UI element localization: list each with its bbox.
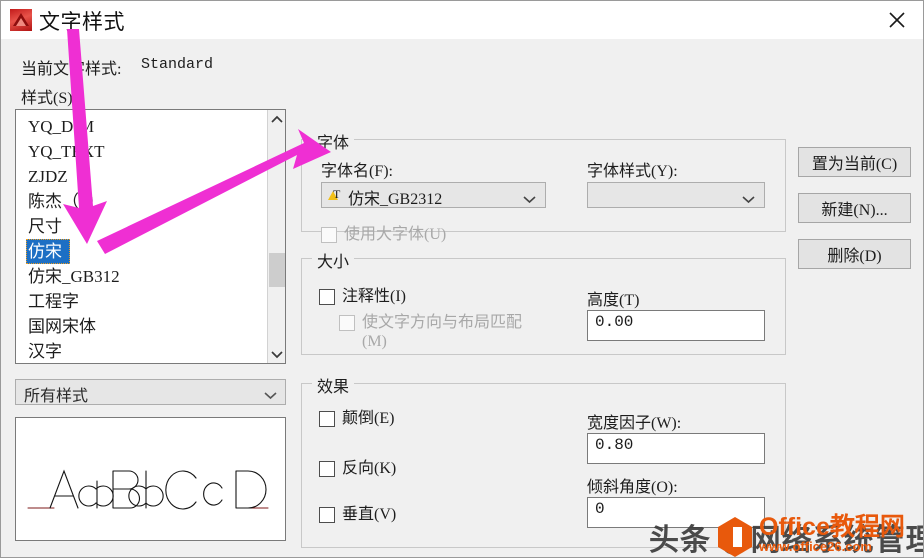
set-current-button[interactable]: 置为当前(C) [798,147,911,177]
match-orientation-label: 使文字方向与布局匹配(M) [362,314,523,350]
checkbox-box [339,315,355,331]
text-style-dialog: 文字样式 当前文字样式: Standard 样式(S): YQ_DIM YQ_T… [0,0,924,558]
list-item[interactable]: 汉字 [16,339,268,363]
width-factor-label: 宽度因子(W): [587,415,682,432]
list-item-selected[interactable]: 仿宋 [26,239,70,264]
checkbox-box [319,289,335,305]
style-list-items: YQ_DIM YQ_TEXT ZJDZ 陈杰（2） 尺寸 仿宋 仿宋_GB312… [16,110,268,363]
checkbox-box [319,461,335,477]
list-item[interactable]: YQ_DIM [16,114,268,139]
font-name-label: 字体名(F): [321,163,394,180]
delete-style-button[interactable]: 删除(D) [798,239,911,269]
list-item[interactable]: 尺寸 [16,214,268,239]
list-item[interactable]: 国网宋体 [16,314,268,339]
backwards-checkbox[interactable]: 反向(K) [319,459,396,478]
chevron-down-icon [523,191,536,209]
list-item[interactable]: YQ_TEXT [16,139,268,164]
chevron-down-icon[interactable] [268,345,285,363]
style-list[interactable]: YQ_DIM YQ_TEXT ZJDZ 陈杰（2） 尺寸 仿宋 仿宋_GB312… [15,109,286,364]
checkbox-box [319,507,335,523]
upside-down-checkbox[interactable]: 颠倒(E) [319,409,394,428]
window-title: 文字样式 [39,11,125,34]
use-big-font-label: 使用大字体(U) [344,226,447,243]
vertical-label: 垂直(V) [342,506,397,523]
close-icon[interactable] [869,1,923,38]
scrollbar-thumb[interactable] [269,253,285,287]
list-item[interactable]: ZJDZ [16,164,268,189]
list-item[interactable]: 陈杰（2） [16,189,268,214]
chevron-down-icon [742,191,755,209]
size-group-title: 大小 [312,248,355,272]
vertical-checkbox[interactable]: 垂直(V) [319,505,396,524]
style-list-scrollbar[interactable] [267,110,285,363]
oblique-angle-label: 倾斜角度(O): [587,479,678,496]
font-preview [15,417,286,541]
height-label: 高度(T) [587,292,640,309]
annotative-label: 注释性(I) [342,288,406,305]
use-big-font-checkbox[interactable]: 使用大字体(U) [321,225,446,244]
autocad-logo-icon [10,9,32,31]
match-orientation-checkbox[interactable]: 使文字方向与布局匹配(M) [339,313,542,351]
current-style-value: Standard [141,56,214,73]
width-factor-input[interactable]: 0.80 [587,433,765,464]
annotative-checkbox[interactable]: 注释性(I) [319,287,406,306]
oblique-angle-value: 0 [595,500,605,518]
style-filter-combo[interactable]: 所有样式 [15,379,286,405]
style-filter-value: 所有样式 [24,388,89,405]
font-name-combo[interactable]: T 仿宋_GB2312 [321,182,546,208]
checkbox-box [321,227,337,243]
oblique-angle-input[interactable]: 0 [587,497,765,528]
new-style-button[interactable]: 新建(N)... [798,193,911,223]
chevron-down-icon [264,387,277,405]
dialog-body: 当前文字样式: Standard 样式(S): YQ_DIM YQ_TEXT Z… [1,39,923,557]
font-name-value: 仿宋_GB2312 [348,191,443,208]
backwards-label: 反向(K) [342,460,397,477]
styles-list-label: 样式(S): [21,90,78,107]
upside-down-label: 颠倒(E) [342,410,395,427]
checkbox-box [319,411,335,427]
current-style-label: 当前文字样式: [21,61,122,78]
effects-group-title: 效果 [312,373,355,397]
height-input[interactable]: 0.00 [587,310,765,341]
height-value: 0.00 [595,313,634,331]
font-style-label: 字体样式(Y): [587,163,678,180]
truetype-warning-icon: T [328,187,344,203]
width-factor-value: 0.80 [595,436,634,454]
font-style-combo[interactable] [587,182,765,208]
title-bar: 文字样式 [1,1,923,39]
list-item[interactable]: 工程字 [16,289,268,314]
font-group-title: 字体 [312,129,355,153]
chevron-up-icon[interactable] [268,110,285,128]
list-item[interactable]: 仿宋_GB312 [16,264,268,289]
